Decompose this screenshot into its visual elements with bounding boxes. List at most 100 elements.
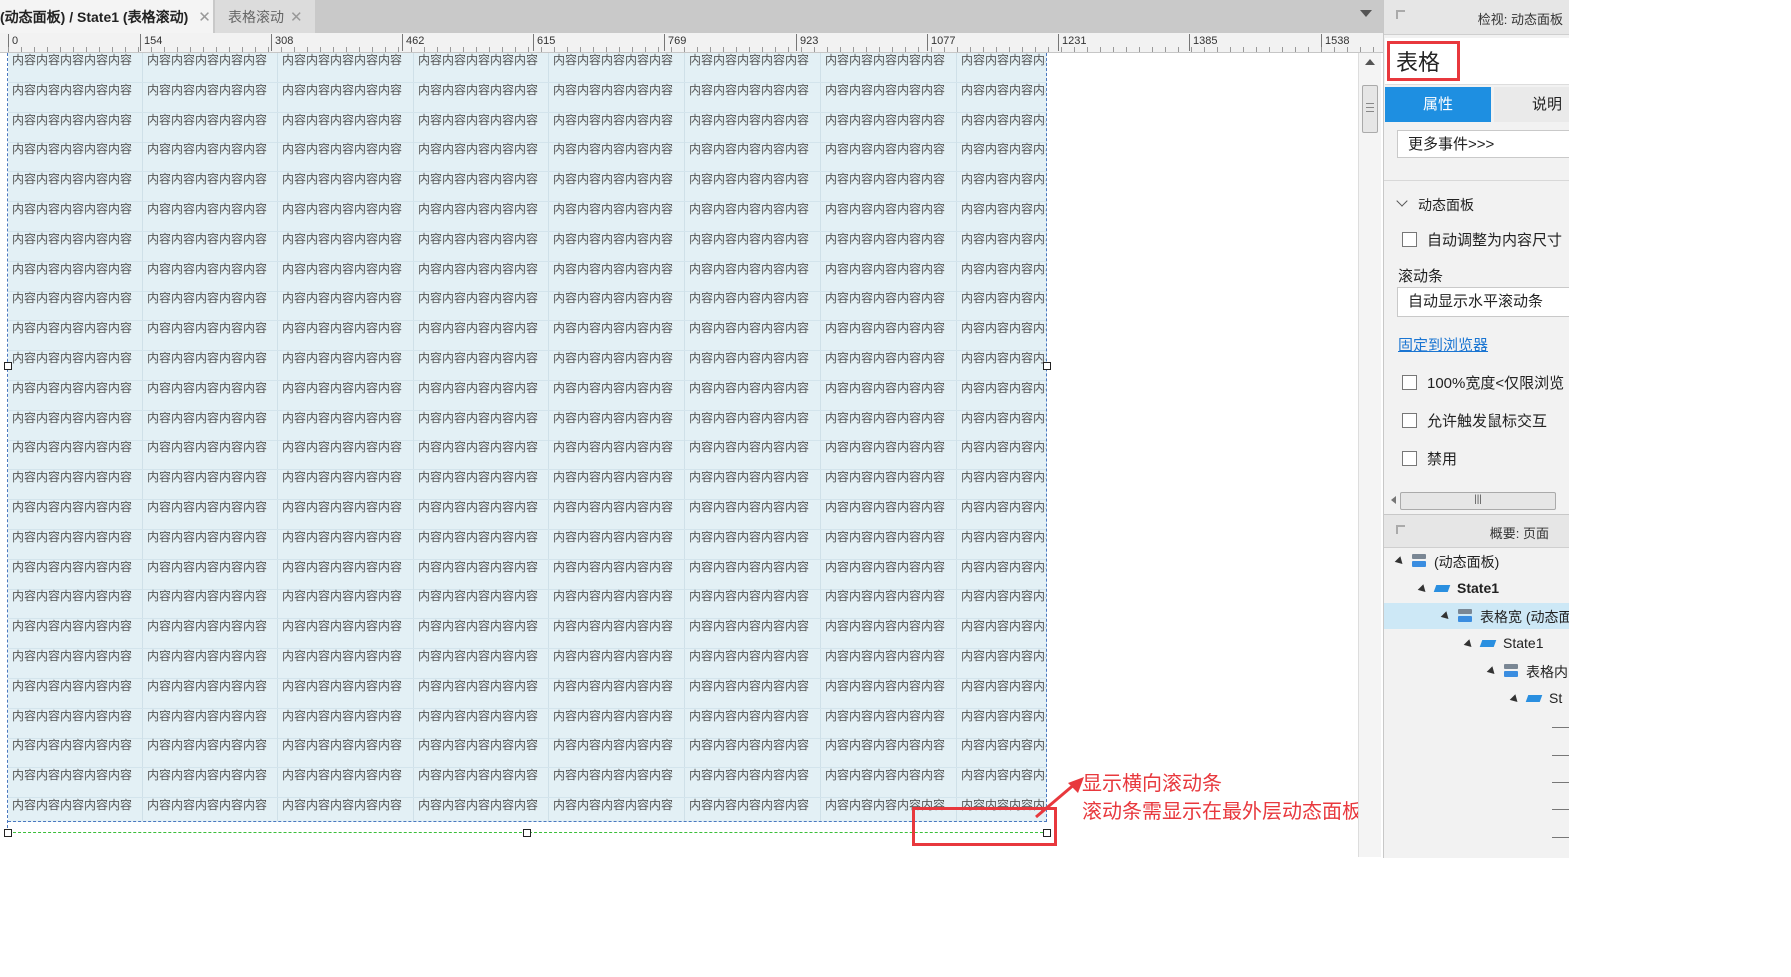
more-events-button[interactable]: 更多事件>>>: [1397, 130, 1569, 158]
scroll-left-arrow-icon[interactable]: [1391, 496, 1396, 504]
table-cell: 内容内容内容内容内容: [278, 380, 414, 410]
ruler-tick: [1126, 47, 1127, 52]
table-cell: 内容内容内容内容内容: [549, 142, 685, 172]
table-cell: 内容内容内容内容内容: [8, 202, 143, 231]
scroll-up-arrow-icon[interactable]: [1365, 59, 1375, 65]
ruler-tick: [1243, 47, 1244, 52]
ruler-tick: [216, 47, 217, 52]
collapse-arrow-icon[interactable]: [1396, 525, 1405, 534]
tab-table-scroll[interactable]: 表格滚动 ✕: [215, 0, 315, 33]
close-icon[interactable]: ✕: [198, 8, 211, 26]
ruler-tick: [73, 47, 74, 52]
outline-item[interactable]: State1: [1384, 576, 1569, 602]
ruler-tick: [775, 47, 776, 52]
ruler-tick: [723, 47, 724, 52]
collapse-arrow-icon[interactable]: [1396, 10, 1405, 19]
auto-fit-checkbox[interactable]: [1402, 232, 1417, 247]
table-cell: 内容内容内容内容内容: [685, 589, 821, 619]
ruler-tick: [892, 47, 893, 52]
table-cell: 内容内容内容内容内容: [957, 202, 1046, 231]
expand-triangle-icon[interactable]: [1440, 611, 1452, 622]
ruler-tick: [1256, 47, 1257, 52]
table-cell: 内容内容内容内容内容: [821, 470, 957, 500]
ruler-tick: [866, 47, 867, 52]
ruler-tick: [398, 47, 399, 52]
outline-item[interactable]: State1: [1384, 631, 1569, 657]
table-cell: 内容内容内容内容内容: [143, 142, 278, 172]
expand-triangle-icon[interactable]: [1509, 694, 1521, 705]
tree-connector: [1552, 782, 1569, 783]
resize-handle[interactable]: [1043, 362, 1051, 370]
expand-triangle-icon[interactable]: [1486, 666, 1498, 678]
expand-triangle-icon[interactable]: [1394, 556, 1406, 567]
ruler-tick: [671, 47, 672, 52]
scrollbar-select[interactable]: 自动显示水平滚动条: [1397, 287, 1569, 317]
table-dynamic-panel[interactable]: 内容内容内容内容内容 内容内容内容内容内容 内容内容内容内容内容 内容内容内容内容内容…: [8, 53, 1047, 822]
ruler-tick: [1113, 47, 1114, 52]
chevron-down-icon[interactable]: [1396, 195, 1408, 207]
inspector-horizontal-scrollbar[interactable]: |||: [1384, 490, 1569, 512]
ruler-tick: [931, 47, 932, 52]
table-cell: 内容内容内容内容内容: [821, 321, 957, 351]
pin-to-browser-link[interactable]: 固定到浏览器: [1398, 334, 1488, 355]
scrollbar-thumb[interactable]: |||: [1400, 492, 1556, 510]
table-row: 内容内容内容内容内容 内容内容内容内容内容 内容内容内容内容内容 内容内容内容内容内容…: [8, 231, 1046, 262]
full-width-option[interactable]: 100%宽度<仅限浏览: [1402, 372, 1564, 393]
tab-overflow-chevron-down-icon[interactable]: [1360, 10, 1372, 17]
table-cell: 内容内容内容内容内容: [414, 351, 549, 380]
ruler-label: 1231: [1058, 34, 1086, 51]
table-cell: 内容内容内容内容内容: [957, 113, 1046, 142]
table-row: 内容内容内容内容内容 内容内容内容内容内容 内容内容内容内容内容 内容内容内容内容内容…: [8, 708, 1046, 739]
table-row: 内容内容内容内容内容 内容内容内容内容内容 内容内容内容内容内容 内容内容内容内容内容…: [8, 798, 1046, 821]
outline-item[interactable]: (动态面板): [1384, 548, 1569, 574]
allow-mouse-checkbox[interactable]: [1402, 413, 1417, 428]
expand-triangle-icon[interactable]: [1463, 638, 1475, 650]
table-cell: 内容内容内容内容内容: [685, 768, 821, 798]
scrollbar-thumb[interactable]: [1362, 85, 1378, 133]
table-cell: 内容内容内容内容内容: [414, 589, 549, 619]
table-cell: 内容内容内容内容内容: [821, 380, 957, 410]
outline-item[interactable]: St: [1384, 686, 1569, 712]
table-cell: 内容内容内容内容内容: [549, 470, 685, 500]
tab-notes[interactable]: 说明: [1494, 87, 1569, 122]
full-width-checkbox[interactable]: [1402, 375, 1417, 390]
table-row: 内容内容内容内容内容 内容内容内容内容内容 内容内容内容内容内容 内容内容内容内容内容…: [8, 261, 1046, 292]
ruler-tick: [827, 47, 828, 52]
state-icon: [1525, 695, 1543, 702]
ruler-tick: [60, 47, 61, 52]
disabled-checkbox[interactable]: [1402, 451, 1417, 466]
table-cell: 内容内容内容内容内容: [278, 500, 414, 529]
resize-handle[interactable]: [523, 829, 531, 837]
resize-handle[interactable]: [4, 829, 12, 837]
table-cell: 内容内容内容内容内容: [549, 738, 685, 768]
table-row: 内容内容内容内容内容 内容内容内容内容内容 内容内容内容内容内容 内容内容内容内容内容…: [8, 738, 1046, 769]
ruler-tick: [1139, 47, 1140, 52]
tab-state1-table-scroll[interactable]: (动态面板) / State1 (表格滚动) ✕: [0, 0, 213, 33]
ruler-tick: [1165, 47, 1166, 52]
table-cell: 内容内容内容内容内容: [143, 351, 278, 380]
table-row: 内容内容内容内容内容 内容内容内容内容内容 内容内容内容内容内容 内容内容内容内容内容…: [8, 589, 1046, 620]
ruler-tick: [645, 47, 646, 52]
outline-item[interactable]: 表格宽 (动态面: [1384, 603, 1569, 630]
ruler-tick: [450, 47, 451, 52]
design-canvas[interactable]: 内容内容内容内容内容 内容内容内容内容内容 内容内容内容内容内容 内容内容内容内容内容…: [0, 53, 1358, 857]
disabled-option[interactable]: 禁用: [1402, 448, 1457, 469]
table-row: 内容内容内容内容内容 内容内容内容内容内容 内容内容内容内容内容 内容内容内容内容内容…: [8, 440, 1046, 471]
auto-fit-option[interactable]: 自动调整为内容尺寸: [1402, 229, 1562, 250]
ruler-tick: [424, 47, 425, 52]
close-icon[interactable]: ✕: [290, 8, 303, 26]
horizontal-ruler: 0 154 308 462 615 769 923 1077 1231 1385 1538: [0, 33, 1383, 53]
table-cell: 内容内容内容内容内容: [143, 619, 278, 649]
table-cell: 内容内容内容内容内容: [414, 529, 549, 559]
table-cell: 内容内容内容内容内容: [957, 321, 1046, 350]
expand-triangle-icon[interactable]: [1417, 583, 1429, 595]
tab-properties[interactable]: 属性: [1385, 87, 1491, 122]
canvas-vertical-scrollbar[interactable]: [1358, 53, 1381, 857]
ruler-tick: [242, 47, 243, 52]
allow-mouse-option[interactable]: 允许触发鼠标交互: [1402, 410, 1547, 431]
outline-item[interactable]: 表格内: [1384, 658, 1569, 684]
ruler-label: 462: [402, 34, 424, 51]
ruler-tick: [268, 47, 269, 52]
table-cell: 内容内容内容内容内容: [414, 559, 549, 589]
resize-handle[interactable]: [4, 362, 12, 370]
